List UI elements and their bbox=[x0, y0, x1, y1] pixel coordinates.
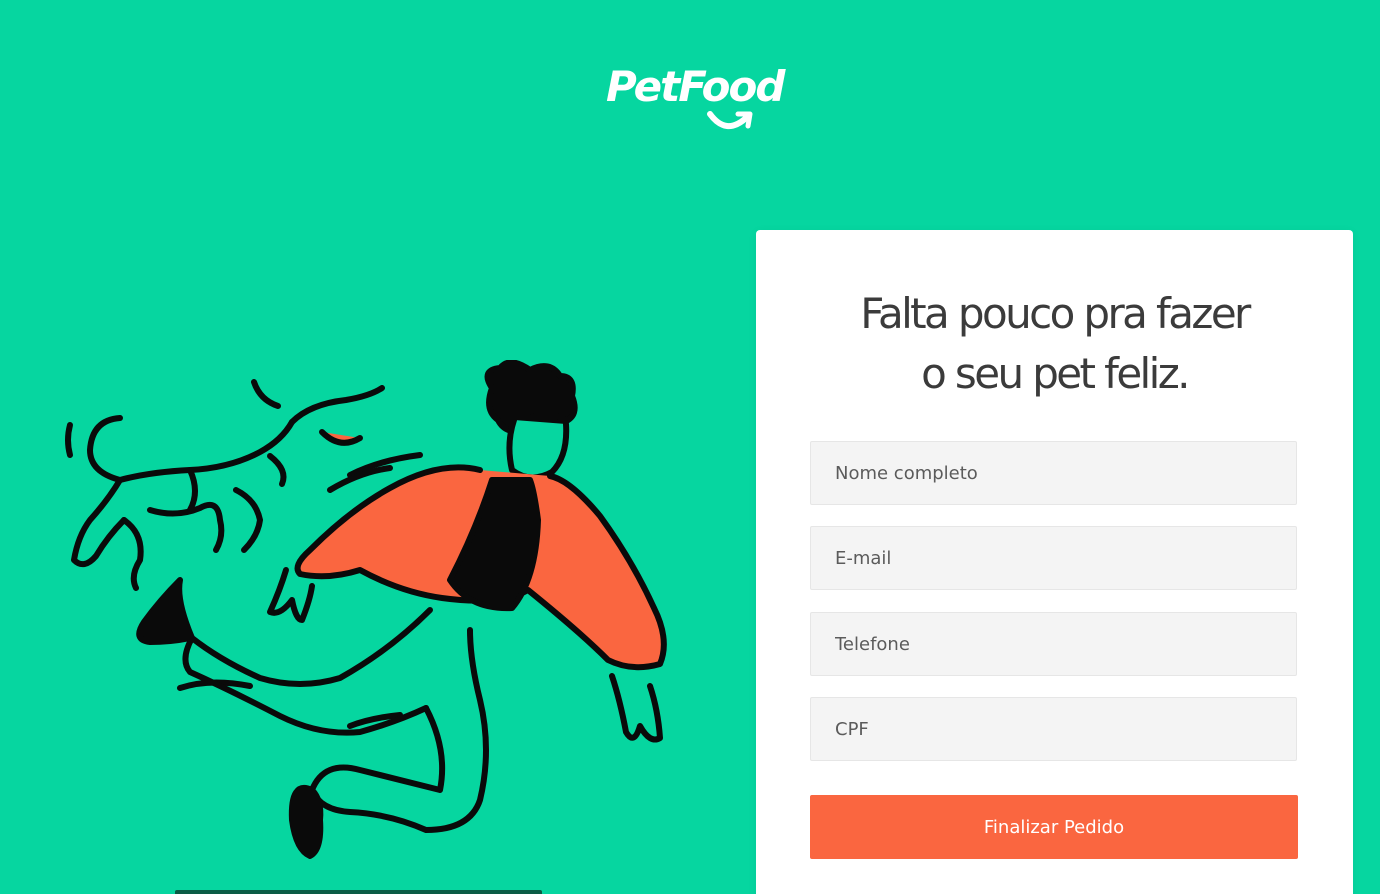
phone-field[interactable] bbox=[810, 612, 1297, 676]
bottom-edge-bar bbox=[175, 890, 542, 894]
person-playing-with-dog-illustration bbox=[65, 360, 667, 859]
order-form-card: Falta pouco pra fazer o seu pet feliz. F… bbox=[756, 230, 1353, 894]
headline-line-2: o seu pet feliz. bbox=[921, 349, 1190, 398]
form-headline: Falta pouco pra fazer o seu pet feliz. bbox=[756, 284, 1353, 404]
finalize-order-button[interactable]: Finalizar Pedido bbox=[810, 795, 1298, 859]
logo-smile-arrow-icon bbox=[707, 111, 753, 129]
logo-text: PetFood bbox=[606, 62, 785, 111]
email-field[interactable] bbox=[810, 526, 1297, 590]
full-name-field[interactable] bbox=[810, 441, 1297, 505]
petfood-logo: PetFood bbox=[600, 62, 800, 138]
checkout-page: PetFood Falta pouco pra fazer o seu pet … bbox=[0, 0, 1380, 894]
cpf-field[interactable] bbox=[810, 697, 1297, 761]
headline-line-1: Falta pouco pra fazer bbox=[860, 289, 1251, 338]
